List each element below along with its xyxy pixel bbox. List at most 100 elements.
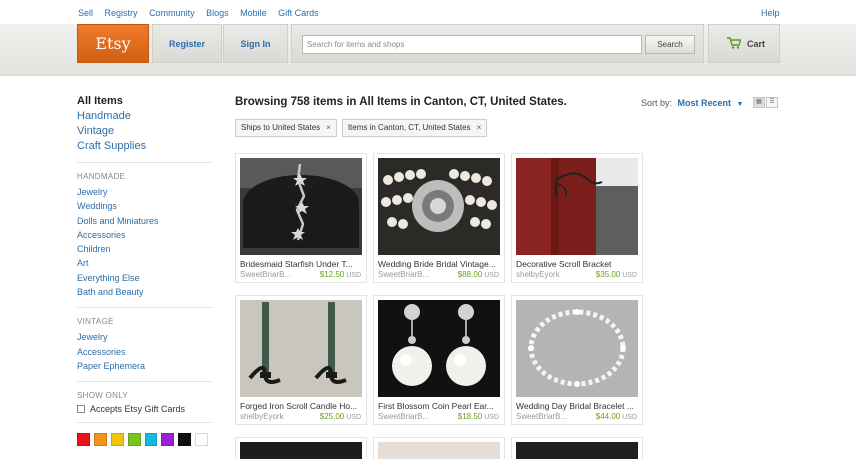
category-vintage[interactable]: Vintage: [77, 124, 212, 139]
color-swatches: [77, 433, 212, 447]
help-link[interactable]: Help: [761, 8, 780, 18]
listing-card[interactable]: [511, 437, 643, 459]
vintage-paper-ephemera[interactable]: Paper Ephemera: [77, 359, 212, 373]
filter-chip-location[interactable]: Items in Canton, CT, United States ×: [341, 119, 488, 137]
top-link-sell[interactable]: Sell: [78, 8, 93, 18]
sign-in-button[interactable]: Sign In: [223, 24, 288, 63]
search-input[interactable]: Search for items and shops: [302, 35, 642, 54]
color-swatch[interactable]: [144, 433, 158, 447]
listing-title[interactable]: First Blossom Coin Pearl Ear...: [378, 401, 502, 411]
sort-label: Sort by:: [641, 98, 673, 108]
listing-card[interactable]: [235, 437, 367, 459]
cart-button[interactable]: Cart: [708, 24, 780, 63]
color-swatch[interactable]: [178, 433, 192, 447]
price-value: $25.00: [319, 412, 345, 421]
handmade-jewelry[interactable]: Jewelry: [77, 185, 212, 199]
price-value: $88.00: [457, 270, 483, 279]
currency: USD: [622, 272, 637, 279]
vintage-heading: VINTAGE: [77, 317, 114, 327]
listing-card[interactable]: Bridesmaid Starfish Under T... SweetBria…: [235, 153, 367, 283]
listing-image-scroll-bracket[interactable]: [516, 158, 638, 255]
gift-card-filter[interactable]: Accepts Etsy Gift Cards: [77, 404, 212, 414]
color-swatch[interactable]: [127, 433, 141, 447]
top-link-blogs[interactable]: Blogs: [206, 8, 229, 18]
close-icon[interactable]: ×: [477, 120, 482, 136]
active-filters: Ships to United States × Items in Canton…: [235, 119, 492, 137]
listing-title[interactable]: Decorative Scroll Bracket: [516, 259, 640, 269]
listing-card[interactable]: Wedding Bride Bridal Vintage... SweetBri…: [373, 153, 505, 283]
listing-price: $88.00 USD: [458, 270, 499, 279]
category-list: All Items Handmade Vintage Craft Supplie…: [77, 94, 212, 154]
top-link-gift-cards[interactable]: Gift Cards: [278, 8, 319, 18]
color-swatch[interactable]: [161, 433, 175, 447]
currency: USD: [346, 414, 361, 421]
color-swatch[interactable]: [77, 433, 90, 447]
handmade-children[interactable]: Children: [77, 242, 212, 256]
listing-title[interactable]: Forged Iron Scroll Candle Ho...: [240, 401, 364, 411]
listing-seller[interactable]: SweetBriarB...: [378, 412, 429, 421]
close-icon[interactable]: ×: [326, 120, 331, 136]
listing-seller[interactable]: shelbyEyork: [240, 412, 284, 421]
chevron-down-icon[interactable]: ▼: [737, 101, 744, 108]
listing-image-pearl-bracelet[interactable]: [378, 158, 500, 255]
currency: USD: [346, 272, 361, 279]
listing-title[interactable]: Bridesmaid Starfish Under T...: [240, 259, 364, 269]
price-value: $35.00: [595, 270, 621, 279]
gift-card-checkbox[interactable]: [77, 405, 85, 414]
color-swatch[interactable]: [110, 433, 124, 447]
vintage-accessories[interactable]: Accessories: [77, 345, 212, 359]
listing-seller[interactable]: SweetBriarB...: [516, 412, 567, 421]
handmade-heading: HANDMADE: [77, 172, 126, 181]
handmade-dolls[interactable]: Dolls and Miniatures: [77, 214, 212, 228]
listing-card[interactable]: Wedding Day Bridal Bracelet ... SweetBri…: [511, 295, 643, 425]
handmade-accessories[interactable]: Accessories: [77, 228, 212, 242]
header: Etsy Register Sign In Search for items a…: [0, 24, 856, 76]
listing-title[interactable]: Wedding Bride Bridal Vintage...: [378, 259, 502, 269]
search-button[interactable]: Search: [645, 35, 695, 54]
listing-price: $12.50 USD: [320, 270, 361, 279]
listing-image[interactable]: [516, 442, 638, 459]
cart-icon: [727, 37, 741, 49]
listing-price: $44.00 USD: [596, 412, 637, 421]
listing-image-starfish-bracelet[interactable]: [240, 158, 362, 255]
listing-card[interactable]: First Blossom Coin Pearl Ear... SweetBri…: [373, 295, 505, 425]
register-button[interactable]: Register: [152, 24, 222, 63]
listing-card[interactable]: [373, 437, 505, 459]
listing-seller[interactable]: shelbyEyork: [516, 270, 560, 279]
sort-value[interactable]: Most Recent: [678, 98, 732, 108]
handmade-everything-else[interactable]: Everything Else: [77, 271, 212, 285]
listing-seller[interactable]: SweetBriarB...: [240, 270, 291, 279]
handmade-bath-beauty[interactable]: Bath and Beauty: [77, 285, 212, 299]
handmade-weddings[interactable]: Weddings: [77, 199, 212, 213]
listing-image-crystal-bracelet[interactable]: [516, 300, 638, 397]
color-swatch[interactable]: [195, 433, 208, 447]
color-swatch[interactable]: [93, 433, 107, 447]
listing-image[interactable]: [378, 442, 500, 459]
listing-card[interactable]: Decorative Scroll Bracket shelbyEyork $3…: [511, 153, 643, 283]
listing-seller[interactable]: SweetBriarB...: [378, 270, 429, 279]
top-link-registry[interactable]: Registry: [105, 8, 138, 18]
listing-image[interactable]: [240, 442, 362, 459]
listing-image-pearl-earrings[interactable]: [378, 300, 500, 397]
category-all-items[interactable]: All Items: [77, 94, 212, 109]
top-link-mobile[interactable]: Mobile: [240, 8, 267, 18]
sort-control[interactable]: Sort by: Most Recent ▼: [641, 98, 744, 108]
filter-chip-label: Ships to United States: [241, 123, 321, 132]
price-value: $12.50: [319, 270, 345, 279]
listing-card[interactable]: Forged Iron Scroll Candle Ho... shelbyEy…: [235, 295, 367, 425]
category-handmade[interactable]: Handmade: [77, 109, 212, 124]
vintage-jewelry[interactable]: Jewelry: [77, 330, 212, 344]
cart-label: Cart: [747, 39, 766, 49]
gift-card-label: Accepts Etsy Gift Cards: [90, 404, 186, 415]
list-view-icon[interactable]: ☰: [766, 97, 778, 108]
category-craft-supplies[interactable]: Craft Supplies: [77, 139, 212, 154]
page-title: Browsing 758 items in All Items in Canto…: [235, 96, 567, 108]
handmade-art[interactable]: Art: [77, 256, 212, 270]
currency: USD: [622, 414, 637, 421]
top-link-community[interactable]: Community: [149, 8, 195, 18]
listing-image-candle-holders[interactable]: [240, 300, 362, 397]
etsy-logo[interactable]: Etsy: [77, 24, 149, 63]
filter-chip-ships-to[interactable]: Ships to United States ×: [235, 119, 337, 137]
listing-title[interactable]: Wedding Day Bridal Bracelet ...: [516, 401, 640, 411]
grid-view-icon[interactable]: ▦: [753, 97, 765, 108]
